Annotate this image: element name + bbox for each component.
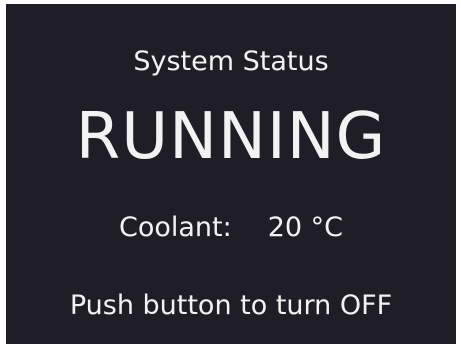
coolant-label: Coolant: [118,212,232,243]
coolant-readout: Coolant: 20 °C [6,214,456,241]
status-display: System Status RUNNING Coolant: 20 °C Push… [6,4,456,344]
coolant-value: 20 °C [267,212,344,243]
system-state: RUNNING [75,100,387,174]
display-title: System Status [133,46,329,77]
toggle-hint: Push button to turn OFF [69,290,393,321]
